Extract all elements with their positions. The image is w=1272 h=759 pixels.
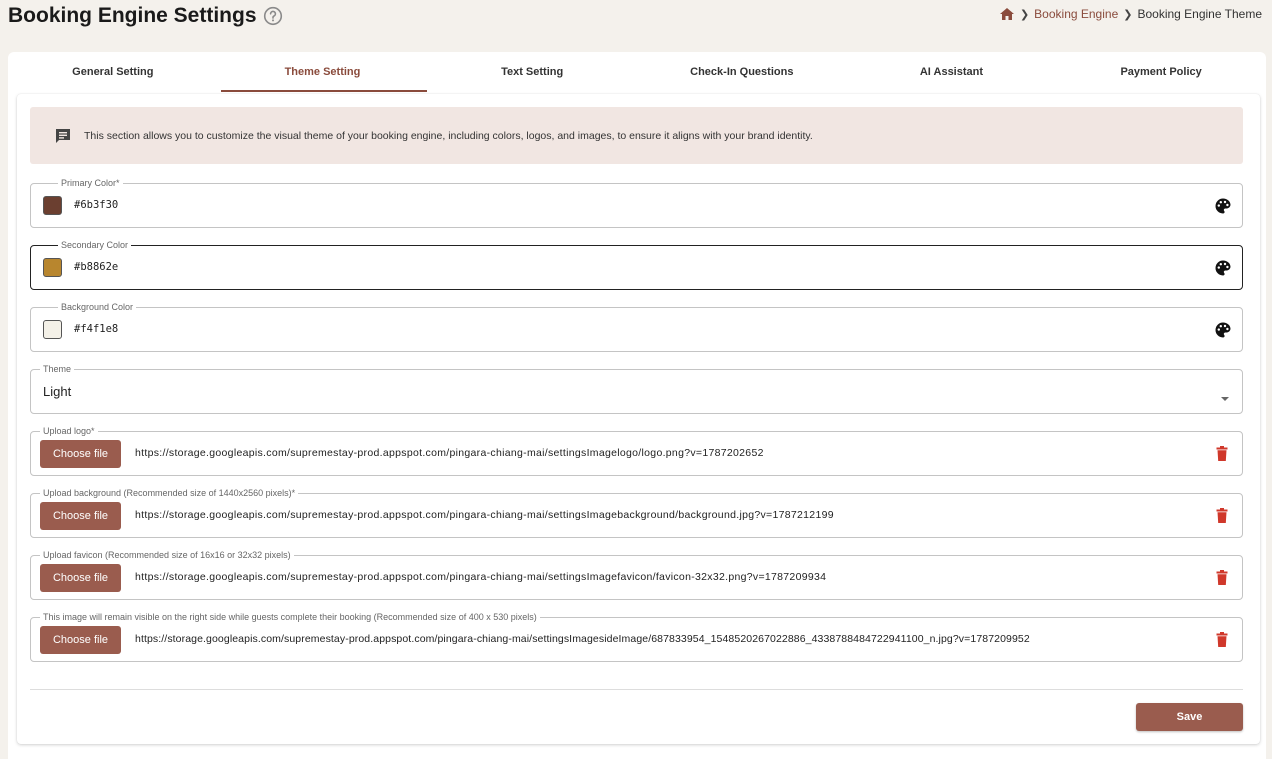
breadcrumb: ❯ Booking Engine ❯ Booking Engine Theme [999, 7, 1262, 21]
settings-card: General Setting Theme Setting Text Setti… [8, 52, 1266, 759]
breadcrumb-separator-icon: ❯ [1019, 8, 1030, 21]
upload-background-field: Upload background (Recommended size of 1… [30, 487, 1243, 538]
home-icon[interactable] [999, 7, 1015, 21]
background-color-value[interactable]: #f4f1e8 [74, 323, 118, 335]
secondary-color-label: Secondary Color [58, 239, 132, 251]
side-image-url: https://storage.googleapis.com/supremest… [135, 633, 1030, 645]
secondary-color-swatch[interactable] [43, 258, 62, 277]
upload-side-image-field: This image will remain visible on the ri… [30, 611, 1243, 662]
tab-check-in-questions[interactable]: Check-In Questions [637, 52, 847, 92]
divider [30, 689, 1243, 690]
choose-favicon-file-button[interactable]: Choose file [40, 564, 121, 592]
secondary-color-value[interactable]: #b8862e [74, 261, 118, 273]
upload-favicon-field: Upload favicon (Recommended size of 16x1… [30, 549, 1243, 600]
trash-icon[interactable] [1216, 570, 1228, 585]
logo-url: https://storage.googleapis.com/supremest… [135, 447, 764, 459]
theme-select[interactable]: Theme Light [30, 363, 1243, 414]
theme-label: Theme [40, 363, 75, 375]
upload-favicon-label: Upload favicon (Recommended size of 16x1… [40, 549, 294, 561]
background-color-swatch[interactable] [43, 320, 62, 339]
palette-icon[interactable] [1214, 259, 1232, 277]
choose-background-file-button[interactable]: Choose file [40, 502, 121, 530]
palette-icon[interactable] [1214, 197, 1232, 215]
theme-settings-panel: This section allows you to customize the… [17, 94, 1260, 744]
info-text: This section allows you to customize the… [84, 129, 813, 142]
primary-color-field[interactable]: Primary Color* #6b3f30 [30, 177, 1243, 228]
tab-payment-policy[interactable]: Payment Policy [1056, 52, 1266, 92]
caret-down-icon[interactable] [1220, 389, 1230, 401]
info-banner: This section allows you to customize the… [30, 107, 1243, 164]
tab-theme-setting[interactable]: Theme Setting [218, 52, 428, 92]
background-url: https://storage.googleapis.com/supremest… [135, 509, 834, 521]
trash-icon[interactable] [1216, 508, 1228, 523]
save-button[interactable]: Save [1136, 703, 1243, 731]
background-color-field[interactable]: Background Color #f4f1e8 [30, 301, 1243, 352]
breadcrumb-item-booking-engine[interactable]: Booking Engine [1034, 7, 1118, 21]
tab-text-setting[interactable]: Text Setting [427, 52, 637, 92]
theme-value[interactable]: Light [43, 384, 71, 399]
breadcrumb-separator-icon: ❯ [1123, 8, 1133, 21]
favicon-url: https://storage.googleapis.com/supremest… [135, 571, 827, 583]
upload-logo-label: Upload logo* [40, 425, 98, 437]
message-icon [54, 127, 72, 145]
trash-icon[interactable] [1216, 446, 1228, 461]
upload-side-image-label: This image will remain visible on the ri… [40, 611, 540, 623]
palette-icon[interactable] [1214, 321, 1232, 339]
background-color-label: Background Color [58, 301, 137, 313]
secondary-color-field[interactable]: Secondary Color #b8862e [30, 239, 1243, 290]
breadcrumb-item-current: Booking Engine Theme [1137, 7, 1262, 21]
upload-background-label: Upload background (Recommended size of 1… [40, 487, 299, 499]
page-title: Booking Engine Settings [8, 4, 283, 28]
page-title-text: Booking Engine Settings [8, 4, 257, 27]
tab-ai-assistant[interactable]: AI Assistant [847, 52, 1057, 92]
primary-color-label: Primary Color* [58, 177, 123, 189]
settings-tabs: General Setting Theme Setting Text Setti… [8, 52, 1266, 92]
primary-color-swatch[interactable] [43, 196, 62, 215]
primary-color-value[interactable]: #6b3f30 [74, 199, 118, 211]
question-circle-icon[interactable] [263, 6, 283, 26]
choose-side-image-file-button[interactable]: Choose file [40, 626, 121, 654]
choose-logo-file-button[interactable]: Choose file [40, 440, 121, 468]
tab-general-setting[interactable]: General Setting [8, 52, 218, 92]
upload-logo-field: Upload logo* Choose file https://storage… [30, 425, 1243, 476]
trash-icon[interactable] [1216, 632, 1228, 647]
